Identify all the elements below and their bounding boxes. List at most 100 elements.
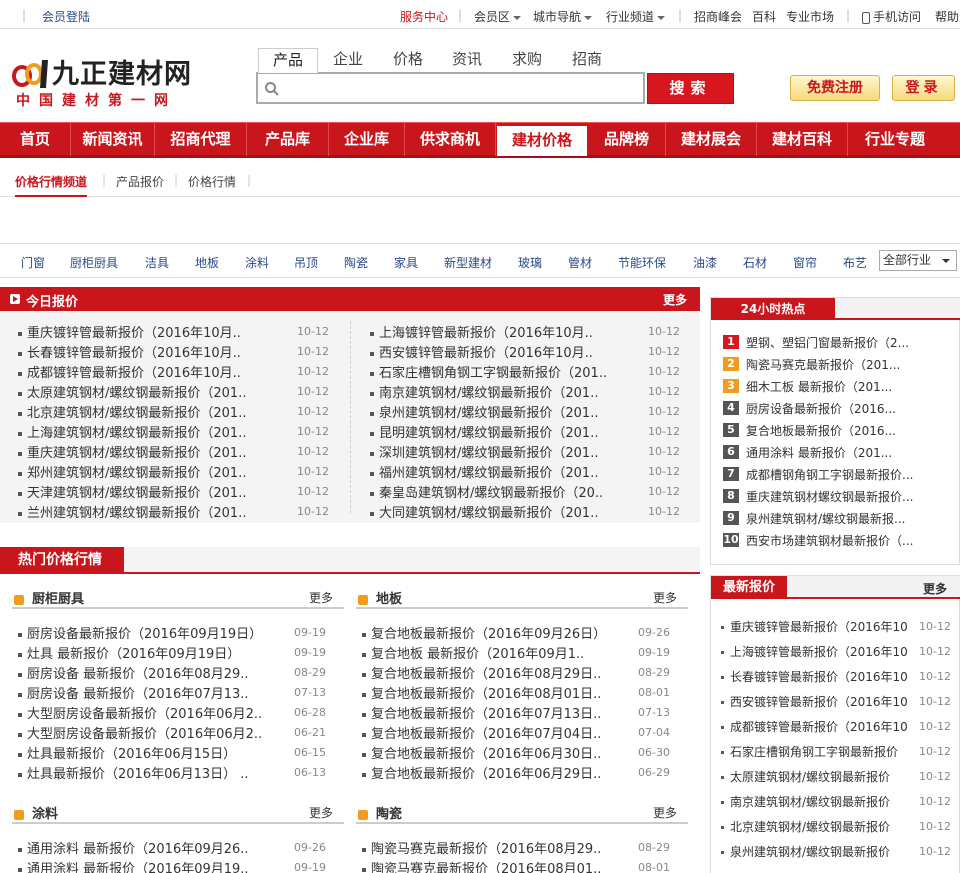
quote-item[interactable]: 郑州建筑钢材/螺纹钢最新报价（201.. xyxy=(18,462,246,481)
subnav-price-channel[interactable]: 价格行情频道 xyxy=(15,173,88,197)
category-item[interactable]: 管材 xyxy=(568,254,592,271)
quote-item[interactable]: 秦皇岛建筑钢材/螺纹钢最新报价（20.. xyxy=(370,482,603,501)
subnav-product-quote[interactable]: 产品报价 xyxy=(116,173,164,190)
hot24-item[interactable]: 泉州建筑钢材/螺纹钢最新报... xyxy=(746,510,906,527)
search-input[interactable] xyxy=(284,77,634,99)
latest-item[interactable]: 石家庄槽钢角钢工字钢最新报价 xyxy=(721,743,898,760)
quote-item[interactable]: 南京建筑钢材/螺纹钢最新报价（201.. xyxy=(370,382,598,401)
search-button[interactable]: 搜索 xyxy=(647,73,734,104)
latest-item[interactable]: 西安镀锌管最新报价（2016年10 xyxy=(721,693,908,710)
latest-item[interactable]: 泉州建筑钢材/螺纹钢最新报价 xyxy=(721,843,890,860)
search-tab-investment[interactable]: 招商 xyxy=(557,48,617,72)
category-item[interactable]: 家具 xyxy=(394,254,418,271)
quote-item[interactable]: 重庆建筑钢材/螺纹钢最新报价（201.. xyxy=(18,442,246,461)
hot24-item[interactable]: 塑钢、塑铝门窗最新报价（2... xyxy=(746,334,909,351)
latest-item[interactable]: 太原建筑钢材/螺纹钢最新报价 xyxy=(721,768,890,785)
latest-more-link[interactable]: 更多 xyxy=(923,580,947,597)
summit-link[interactable]: 招商峰会 xyxy=(694,8,742,25)
wiki-link[interactable]: 百科 xyxy=(752,8,776,25)
hot-price-item[interactable]: 通用涂料 最新报价（2016年09月26.. xyxy=(18,838,249,857)
category-item[interactable]: 窗帘 xyxy=(793,254,817,271)
hot-price-item[interactable]: 复合地板 最新报价（2016年09月1.. xyxy=(362,643,584,662)
register-button[interactable]: 免费注册 xyxy=(790,75,880,101)
hot24-item[interactable]: 通用涂料 最新报价（201... xyxy=(746,444,892,461)
search-tab-company[interactable]: 企业 xyxy=(318,48,378,72)
hot-price-item[interactable]: 通用涂料 最新报价（2016年09月19.. xyxy=(18,858,249,873)
category-item[interactable]: 陶瓷 xyxy=(344,254,368,271)
nav-home[interactable]: 首页 xyxy=(0,123,71,156)
latest-item[interactable]: 长春镀锌管最新报价（2016年10 xyxy=(721,668,908,685)
quote-item[interactable]: 兰州建筑钢材/螺纹钢最新报价（201.. xyxy=(18,502,246,521)
category-item[interactable]: 节能环保 xyxy=(618,254,666,271)
hot-section-more-link[interactable]: 更多 xyxy=(653,589,677,606)
latest-item[interactable]: 南京建筑钢材/螺纹钢最新报价 xyxy=(721,793,890,810)
service-center-link[interactable]: 服务中心 xyxy=(400,8,448,25)
industry-channel-menu[interactable]: 行业频道 xyxy=(606,8,666,25)
hot-price-item[interactable]: 厨房设备 最新报价（2016年08月29.. xyxy=(18,663,249,682)
quote-item[interactable]: 上海建筑钢材/螺纹钢最新报价（201.. xyxy=(18,422,246,441)
nav-investment[interactable]: 招商代理 xyxy=(155,123,247,156)
latest-item[interactable]: 上海镀锌管最新报价（2016年10 xyxy=(721,643,908,660)
hot24-item[interactable]: 陶瓷马赛克最新报价（201... xyxy=(746,356,900,373)
quote-item[interactable]: 大同建筑钢材/螺纹钢最新报价（201.. xyxy=(370,502,598,521)
nav-news[interactable]: 新闻资讯 xyxy=(71,123,155,156)
quote-item[interactable]: 长春镀锌管最新报价（2016年10月.. xyxy=(18,342,241,361)
quote-item[interactable]: 昆明建筑钢材/螺纹钢最新报价（201.. xyxy=(370,422,598,441)
category-item[interactable]: 布艺 xyxy=(843,254,867,271)
nav-products[interactable]: 产品库 xyxy=(247,123,329,156)
industry-select[interactable]: 全部行业 xyxy=(879,250,957,271)
hot24-item[interactable]: 成都槽钢角钢工字钢最新报价... xyxy=(746,466,913,483)
hot-price-item[interactable]: 灶具最新报价（2016年06月13日） .. xyxy=(18,763,249,782)
hot-section-more-link[interactable]: 更多 xyxy=(653,804,677,821)
quote-item[interactable]: 深圳建筑钢材/螺纹钢最新报价（201.. xyxy=(370,442,598,461)
quote-item[interactable]: 石家庄槽钢角钢工字钢最新报价（201.. xyxy=(370,362,607,381)
hot-price-item[interactable]: 复合地板最新报价（2016年07月04日.. xyxy=(362,723,601,742)
hot-price-item[interactable]: 大型厨房设备最新报价（2016年06月2.. xyxy=(18,723,262,742)
hot-section-more-link[interactable]: 更多 xyxy=(309,804,333,821)
hot24-item[interactable]: 细木工板 最新报价（201... xyxy=(746,378,892,395)
city-nav-menu[interactable]: 城市导航 xyxy=(533,8,593,25)
quote-item[interactable]: 福州建筑钢材/螺纹钢最新报价（201.. xyxy=(370,462,598,481)
hot-price-item[interactable]: 复合地板最新报价（2016年08月01日.. xyxy=(362,683,601,702)
hot-price-item[interactable]: 复合地板最新报价（2016年07月13日.. xyxy=(362,703,601,722)
search-tab-product[interactable]: 产品 xyxy=(258,48,318,73)
latest-item[interactable]: 北京建筑钢材/螺纹钢最新报价 xyxy=(721,818,890,835)
category-item[interactable]: 新型建材 xyxy=(444,254,492,271)
hot24-item[interactable]: 西安市场建筑钢材最新报价（... xyxy=(746,532,913,549)
search-tab-price[interactable]: 价格 xyxy=(378,48,438,72)
quote-item[interactable]: 重庆镀锌管最新报价（2016年10月.. xyxy=(18,322,241,341)
category-item[interactable]: 厨柜厨具 xyxy=(70,254,118,271)
subnav-price-market[interactable]: 价格行情 xyxy=(188,173,236,190)
member-login-link[interactable]: 会员登陆 xyxy=(42,8,90,25)
nav-supply-demand[interactable]: 供求商机 xyxy=(405,123,496,156)
quote-item[interactable]: 上海镀锌管最新报价（2016年10月.. xyxy=(370,322,593,341)
nav-companies[interactable]: 企业库 xyxy=(329,123,405,156)
nav-topics[interactable]: 行业专题 xyxy=(848,123,942,156)
hot-price-item[interactable]: 厨房设备 最新报价（2016年07月13.. xyxy=(18,683,249,702)
category-item[interactable]: 洁具 xyxy=(145,254,169,271)
hot-price-item[interactable]: 灶具最新报价（2016年06月15日） xyxy=(18,743,236,762)
category-item[interactable]: 地板 xyxy=(195,254,219,271)
latest-item[interactable]: 成都镀锌管最新报价（2016年10 xyxy=(721,718,908,735)
quote-item[interactable]: 太原建筑钢材/螺纹钢最新报价（201.. xyxy=(18,382,246,401)
hot-price-item[interactable]: 复合地板最新报价（2016年09月26日） xyxy=(362,623,606,642)
login-button[interactable]: 登录 xyxy=(892,75,955,101)
hot-price-item[interactable]: 复合地板最新报价（2016年06月30日.. xyxy=(362,743,601,762)
hot-price-item[interactable]: 大型厨房设备最新报价（2016年06月2.. xyxy=(18,703,262,722)
latest-item[interactable]: 重庆镀锌管最新报价（2016年10 xyxy=(721,618,908,635)
search-tab-purchase[interactable]: 求购 xyxy=(497,48,557,72)
help-link[interactable]: 帮助 xyxy=(935,8,959,25)
quote-item[interactable]: 泉州建筑钢材/螺纹钢最新报价（201.. xyxy=(370,402,598,421)
category-item[interactable]: 石材 xyxy=(743,254,767,271)
hot-price-item[interactable]: 复合地板最新报价（2016年06月29日.. xyxy=(362,763,601,782)
quote-item[interactable]: 北京建筑钢材/螺纹钢最新报价（201.. xyxy=(18,402,246,421)
mobile-link[interactable]: 手机访问 xyxy=(862,8,921,25)
category-item[interactable]: 吊顶 xyxy=(294,254,318,271)
hot-price-item[interactable]: 陶瓷马赛克最新报价（2016年08月01.. xyxy=(362,858,601,873)
quote-item[interactable]: 西安镀锌管最新报价（2016年10月.. xyxy=(370,342,593,361)
nav-prices[interactable]: 建材价格 xyxy=(497,126,587,156)
site-logo[interactable]: 九正建材网 中国建材第一网 xyxy=(12,50,212,112)
today-more-link[interactable]: 更多 xyxy=(663,291,687,308)
category-item[interactable]: 油漆 xyxy=(693,254,717,271)
hot24-item[interactable]: 重庆建筑钢材螺纹钢最新报价... xyxy=(746,488,913,505)
